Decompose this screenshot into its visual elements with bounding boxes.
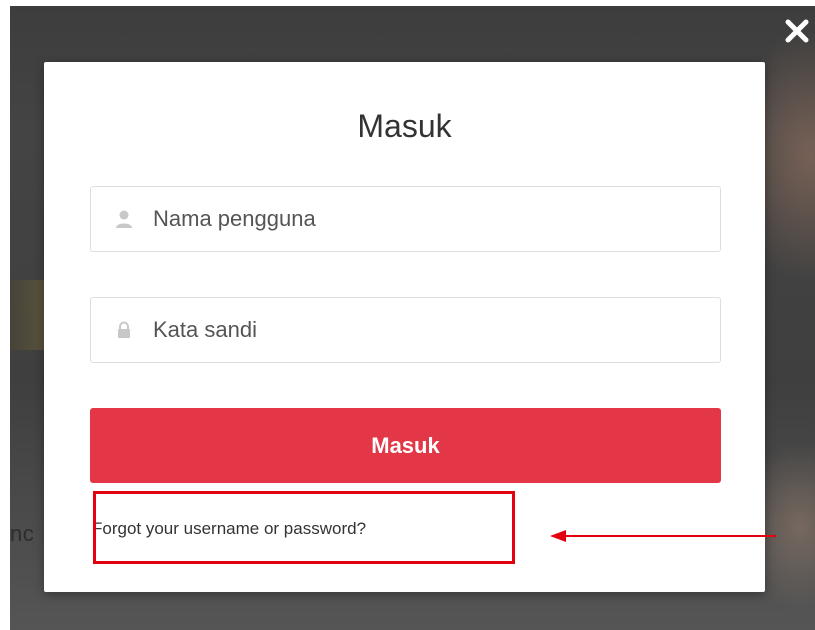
highlight-annotation-box [93,491,515,564]
modal-title: Masuk [357,108,452,144]
user-icon [113,208,135,230]
close-icon [785,19,809,43]
username-input[interactable] [153,206,693,232]
password-input[interactable] [153,317,693,343]
lock-icon [113,319,135,341]
username-field[interactable] [90,186,721,252]
annotation-arrow-icon [550,530,776,542]
background-decoration [10,280,46,350]
background-partial-text: nc [10,521,35,546]
close-button[interactable] [780,14,814,48]
password-field[interactable] [90,297,721,363]
login-submit-button[interactable]: Masuk [90,408,721,483]
page: nc Masuk Masuk [0,0,815,630]
